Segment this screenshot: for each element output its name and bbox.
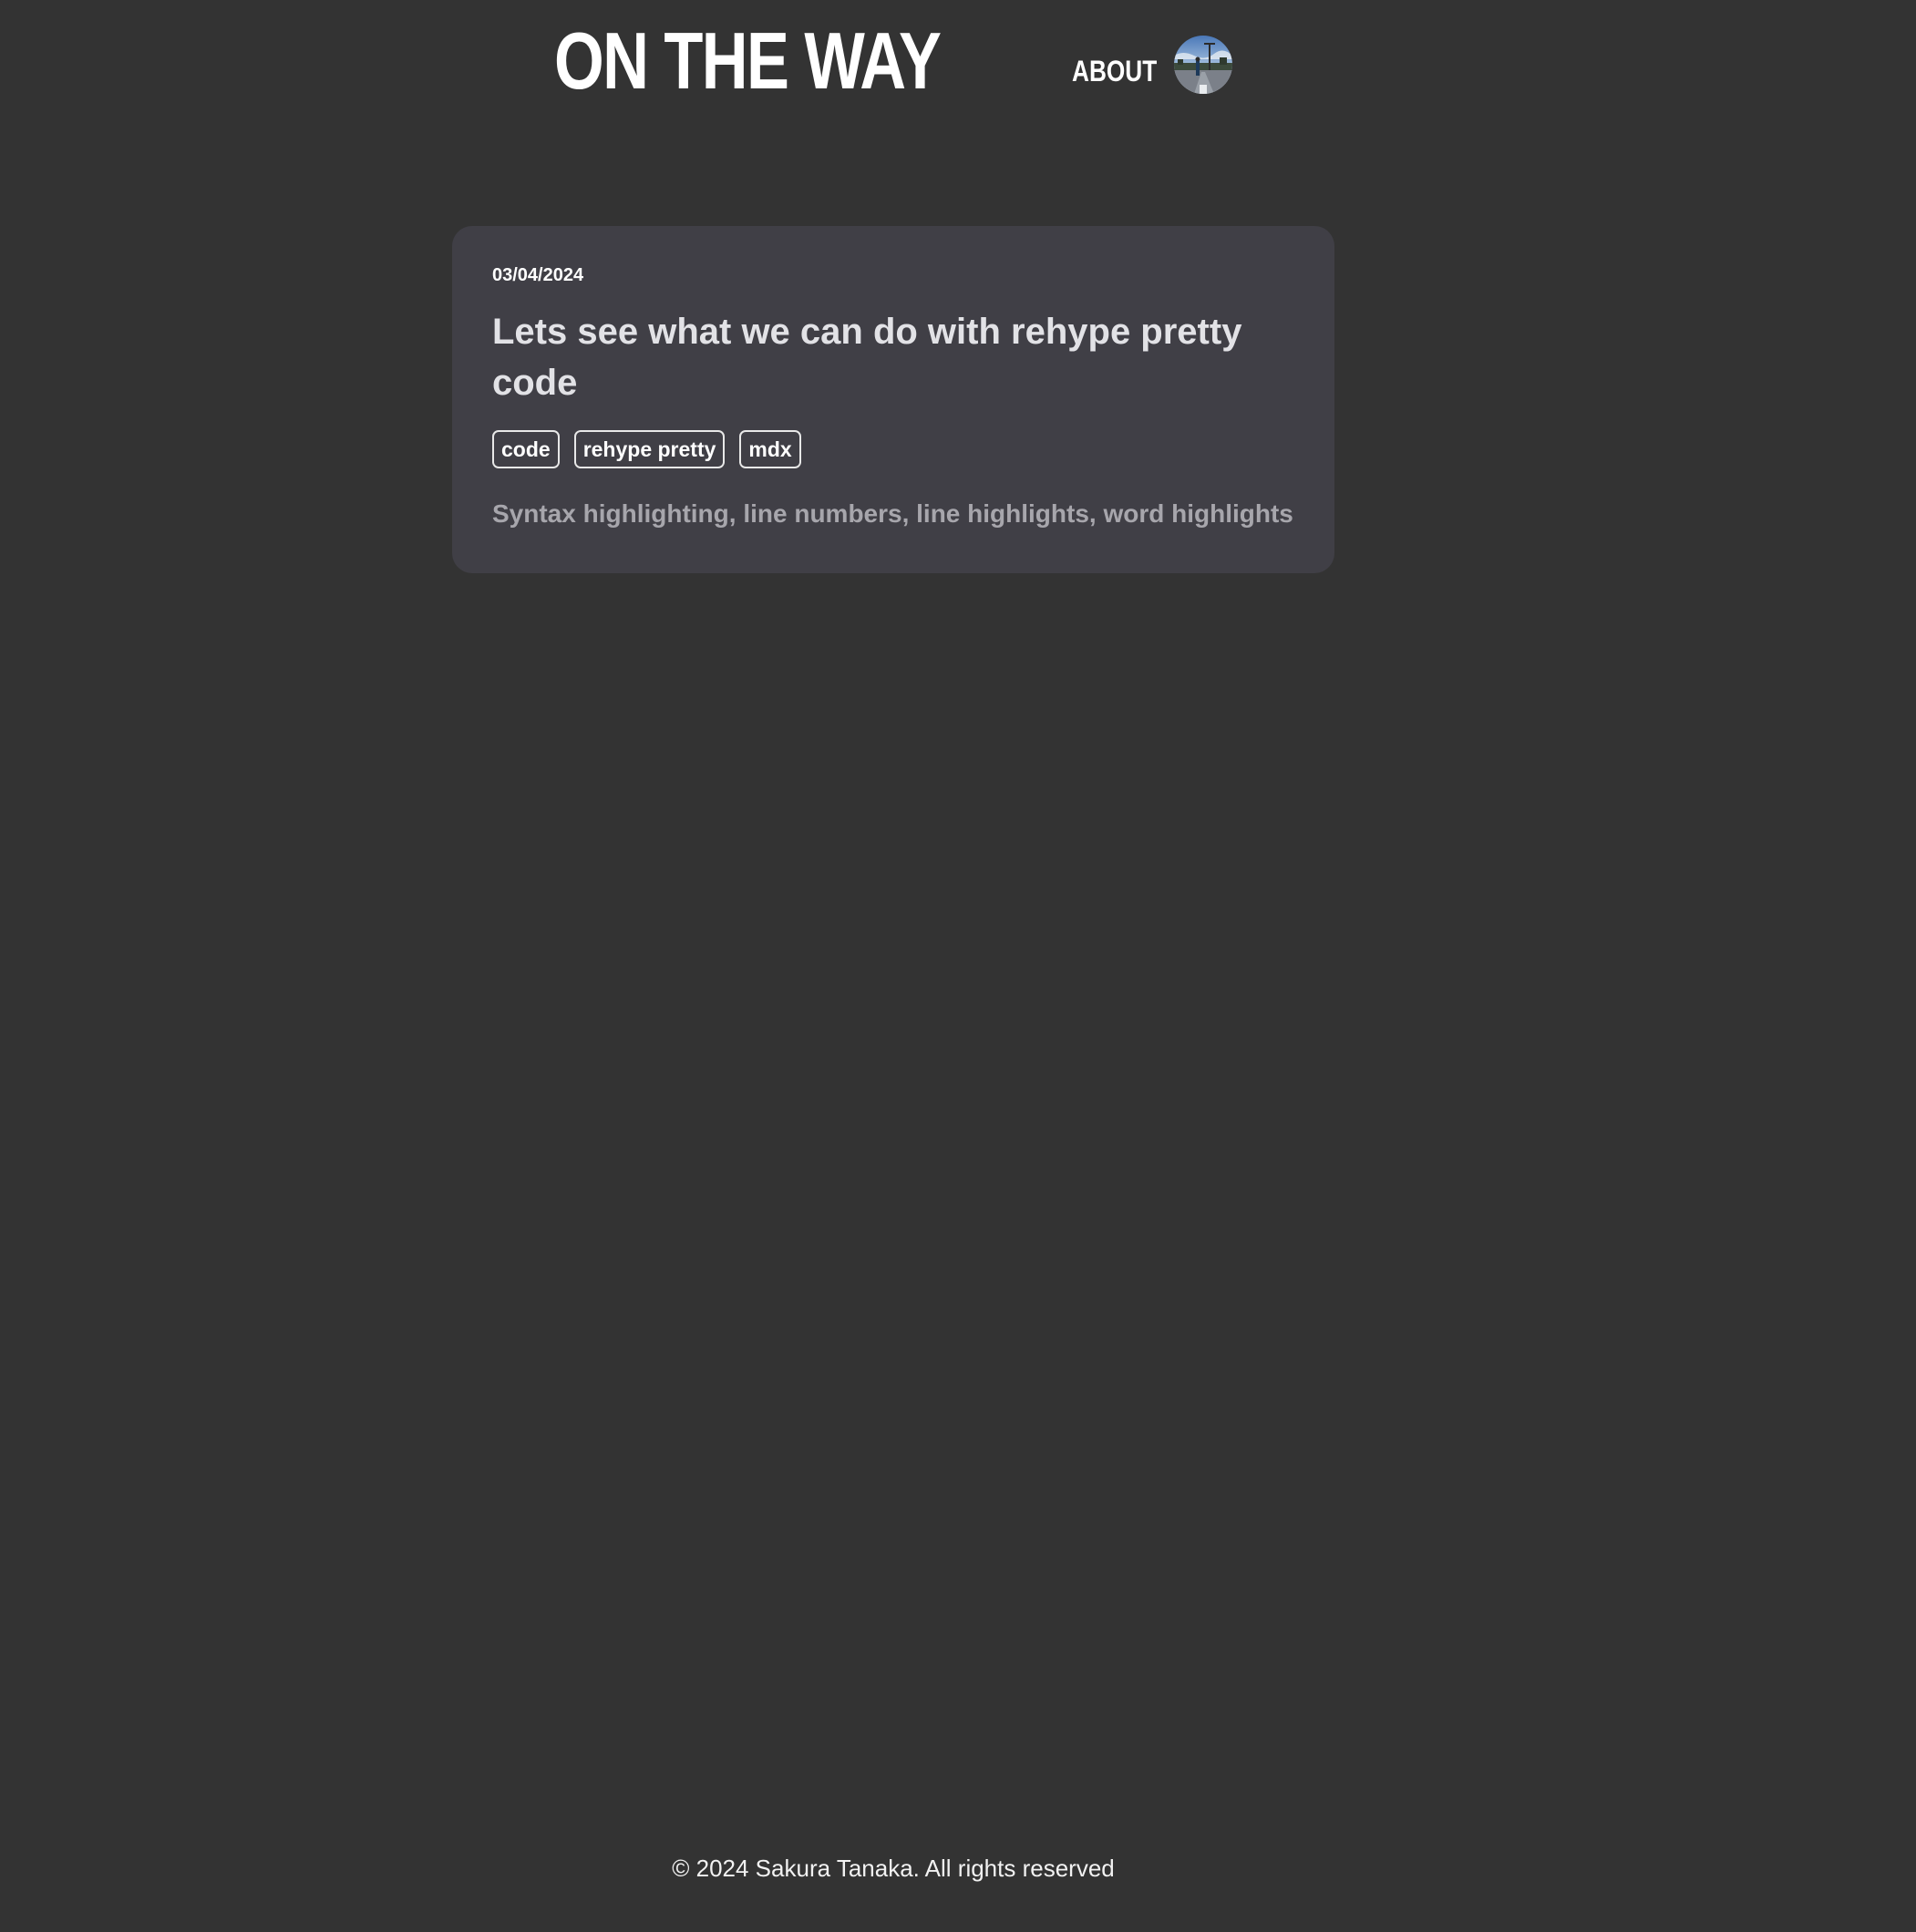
avatar[interactable] [1174, 36, 1232, 94]
post-card[interactable]: 03/04/2024 Lets see what we can do with … [452, 226, 1334, 573]
post-date: 03/04/2024 [492, 265, 584, 285]
tag-code[interactable]: code [492, 430, 560, 468]
nav-about-link[interactable]: ABOUT [1072, 49, 1157, 93]
copyright-text: © 2024 Sakura Tanaka. All rights reserve… [672, 1855, 1115, 1882]
tag-mdx[interactable]: mdx [739, 430, 801, 468]
post-title[interactable]: Lets see what we can do with rehype pret… [492, 306, 1294, 408]
site-footer: © 2024 Sakura Tanaka. All rights reserve… [0, 1850, 1787, 1886]
site-header: ON THE WAY ABOUT [0, 0, 1916, 128]
avatar-photo [1174, 36, 1232, 94]
site-title[interactable]: ON THE WAY [554, 11, 942, 111]
tag-rehype-pretty[interactable]: rehype pretty [573, 430, 726, 468]
post-description: Syntax highlighting, line numbers, line … [492, 499, 1293, 528]
tag-list: code rehype pretty mdx [492, 430, 801, 468]
